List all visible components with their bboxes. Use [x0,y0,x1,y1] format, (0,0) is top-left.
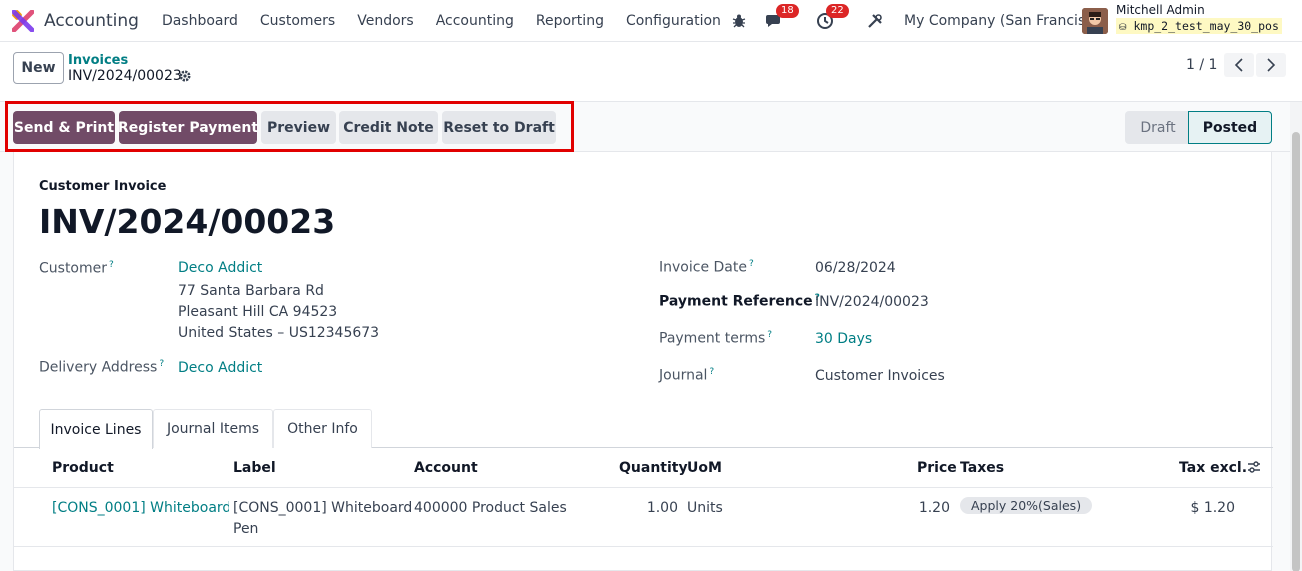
messages-icon[interactable]: 18 [764,4,799,32]
customer-field[interactable]: Deco Addict [178,260,262,276]
messages-badge: 18 [776,4,799,18]
column-taxes[interactable]: Taxes [960,460,1004,476]
user-name: Mitchell Admin [1116,3,1205,17]
customer-address-line-3: United States – US12345673 [178,325,380,341]
bug-icon[interactable] [728,10,750,32]
customer-address-line-2: Pleasant Hill CA 94523 [178,304,338,320]
column-label[interactable]: Label [233,460,276,476]
page-scrollbar[interactable] [1290,102,1302,571]
payment-reference-label-text: Payment Reference [659,293,813,310]
highlight-box [5,101,574,152]
column-product[interactable]: Product [52,460,114,476]
chevron-left-icon [1234,58,1243,72]
menu-vendors[interactable]: Vendors [346,13,424,29]
activities-badge: 22 [826,4,849,18]
tax-tag[interactable]: Apply 20%(Sales) [960,497,1093,514]
database-icon: ⛁ [1119,23,1127,33]
user-menu[interactable]: Mitchell Admin ⛁ kmp_2_test_may_30_pos [1116,3,1282,34]
delivery-address-label-text: Delivery Address [39,359,158,376]
invoice-date-field[interactable]: 06/28/2024 [815,260,896,276]
customer-label-text: Customer [39,260,108,277]
breadcrumb-invoices[interactable]: Invoices [68,53,128,68]
payment-terms-field[interactable]: 30 Days [815,331,872,347]
database-label: kmp_2_test_may_30_pos [1133,19,1279,33]
top-navbar: Accounting Dashboard Customers Vendors A… [0,0,1302,42]
help-icon[interactable]: ? [709,367,714,377]
invoice-number: INV/2024/00023 [39,202,336,241]
chevron-right-icon [1267,58,1276,72]
invoice-date-label: Invoice Date? [659,259,754,276]
delivery-address-label: Delivery Address? [39,359,164,376]
payment-reference-label: Payment Reference? [659,293,820,310]
menu-customers[interactable]: Customers [249,13,346,29]
journal-field[interactable]: Customer Invoices [815,368,945,384]
pager-previous-button[interactable] [1224,53,1254,77]
help-icon[interactable]: ? [767,330,772,340]
line-product[interactable]: [CONS_0001] Whiteboard Pen [52,498,229,519]
help-icon[interactable]: ? [159,359,164,369]
customer-address-line-1: 77 Santa Barbara Rd [178,283,324,299]
payment-terms-label: Payment terms? [659,330,772,347]
column-quantity[interactable]: Quantity [619,460,688,476]
database-name: ⛁ kmp_2_test_may_30_pos [1116,18,1282,34]
pager-value[interactable]: 1 / 1 [1186,57,1217,73]
accounting-app-icon[interactable] [11,9,35,32]
customer-label: Customer? [39,260,114,277]
journal-label-text: Journal [659,367,708,384]
payment-terms-label-text: Payment terms [659,330,766,347]
line-label[interactable]: [CONS_0001] Whiteboard Pen [233,498,413,540]
menu-accounting[interactable]: Accounting [425,13,525,29]
tab-other-info[interactable]: Other Info [273,409,372,448]
tools-icon[interactable] [864,10,886,32]
delivery-address-field[interactable]: Deco Addict [178,360,262,376]
line-product-text: [CONS_0001] Whiteboard Pen [52,500,229,516]
header-divider [14,487,1273,488]
status-draft[interactable]: Draft [1125,111,1191,144]
column-tax-excl[interactable]: Tax excl. [1179,460,1247,476]
line-price[interactable]: 1.20 [904,498,950,519]
scrollbar-thumb[interactable] [1292,132,1300,571]
payment-reference-field[interactable]: INV/2024/00023 [815,294,929,310]
journal-label: Journal? [659,367,714,384]
invoice-form-sheet: Customer Invoice INV/2024/00023 Customer… [13,152,1273,571]
clock-icon[interactable]: 22 [814,4,849,32]
notebook-tabs: Invoice Lines Journal Items Other Info [14,409,1273,449]
document-type: Customer Invoice [39,179,167,194]
control-panel: New Invoices INV/2024/00023 1 / 1 [0,42,1302,102]
line-account[interactable]: 400000 Product Sales [414,498,567,519]
line-subtotal: $ 1.20 [1190,500,1235,516]
company-switcher[interactable]: My Company (San Francisco) [904,13,1107,29]
invoice-date-label-text: Invoice Date [659,259,747,276]
line-quantity[interactable]: 1.00 [634,498,678,519]
optional-columns-icon[interactable] [1247,460,1261,474]
user-avatar[interactable] [1082,8,1108,34]
line-label-line-1: [CONS_0001] Whiteboard [233,500,413,516]
status-posted[interactable]: Posted [1188,111,1272,144]
column-price[interactable]: Price [917,460,957,476]
line-label-line-2: Pen [233,521,259,537]
breadcrumb-current: INV/2024/00023 [68,68,182,84]
new-button[interactable]: New [13,52,64,84]
systray: 18 22 My Company (San Francisco) [728,0,1107,42]
main-menu: Dashboard Customers Vendors Accounting R… [151,13,732,29]
help-icon[interactable]: ? [109,260,114,270]
pager-next-button[interactable] [1256,53,1286,77]
app-name[interactable]: Accounting [44,11,139,31]
row-divider [14,546,1273,547]
tab-journal-items[interactable]: Journal Items [153,409,273,448]
tab-invoice-lines[interactable]: Invoice Lines [39,409,153,449]
line-uom[interactable]: Units [687,498,723,519]
help-icon[interactable]: ? [749,259,754,269]
column-uom[interactable]: UoM [687,460,722,476]
gear-icon[interactable] [178,69,192,83]
menu-configuration[interactable]: Configuration [615,13,732,29]
menu-dashboard[interactable]: Dashboard [151,13,249,29]
column-account[interactable]: Account [414,460,478,476]
menu-reporting[interactable]: Reporting [525,13,615,29]
